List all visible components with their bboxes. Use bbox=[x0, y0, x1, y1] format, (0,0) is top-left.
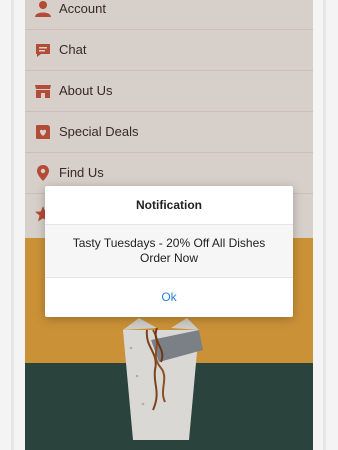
ok-button[interactable]: Ok bbox=[45, 277, 293, 317]
dialog-title: Notification bbox=[136, 198, 202, 212]
background-left-edge bbox=[11, 0, 14, 450]
dialog-message-line2: Order Now bbox=[139, 251, 198, 265]
dialog-message-line1: Tasty Tuesdays - 20% Off All Dishes bbox=[72, 236, 266, 250]
background-right-edge bbox=[323, 0, 326, 450]
notification-dialog: Notification Tasty Tuesdays - 20% Off Al… bbox=[45, 186, 293, 317]
dialog-message: Tasty Tuesdays - 20% Off All Dishes Orde… bbox=[45, 224, 293, 278]
